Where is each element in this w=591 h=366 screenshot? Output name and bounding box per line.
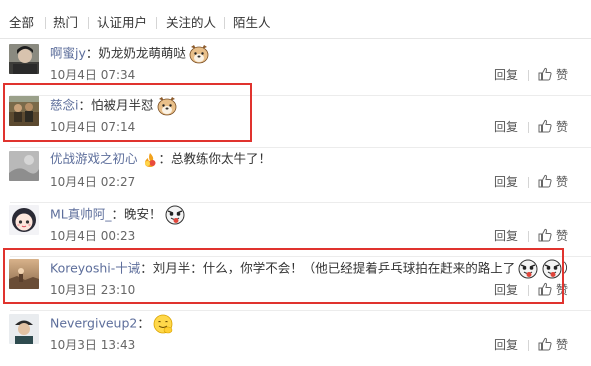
username[interactable]: 慈念i — [50, 98, 78, 113]
colon: ： — [85, 45, 99, 61]
comment-time: 10月4日 07:14 — [50, 120, 136, 134]
tongue-face-emoji-icon — [517, 259, 539, 279]
comment-text: 总教练你太牛了！ — [171, 151, 272, 166]
action-divider — [528, 70, 529, 81]
doge-emoji-icon — [156, 96, 178, 116]
thumbs-up-icon — [538, 174, 552, 188]
username[interactable]: Nevergiveup2 — [50, 316, 137, 331]
tab-following[interactable]: 关注的人 — [166, 15, 216, 31]
tab-divider — [224, 17, 225, 29]
thumbs-up-icon — [538, 337, 552, 351]
username[interactable]: 啊蜜jy — [50, 46, 86, 61]
doge-emoji-icon — [188, 44, 210, 64]
tabs-divider — [0, 38, 591, 39]
colon: ： — [111, 206, 125, 222]
action-divider — [528, 285, 529, 296]
comment-item: 啊蜜jy：奶龙奶龙萌萌哒 10月4日 07:34 回复 赞 — [0, 40, 591, 96]
thumbs-up-icon — [538, 67, 552, 81]
colon: ： — [158, 151, 172, 166]
like-label: 赞 — [556, 229, 569, 243]
comment-item: Koreyoshi-十诫：刘月半：什么，你学不会！（他已经提着乒乓球拍在赶来的路… — [0, 255, 591, 311]
like-label: 赞 — [556, 68, 569, 82]
reply-button[interactable]: 回复 — [494, 120, 518, 134]
tab-divider — [156, 17, 157, 29]
thumbs-up-icon — [538, 228, 552, 242]
tongue-face-emoji-icon — [541, 259, 563, 279]
fire-badge-emoji-icon — [142, 152, 158, 168]
avatar[interactable] — [9, 314, 39, 344]
colon: ： — [140, 260, 153, 276]
action-divider — [528, 122, 529, 133]
thumbs-up-icon — [538, 119, 552, 133]
like-label: 赞 — [556, 120, 569, 134]
like-label: 赞 — [556, 175, 569, 189]
username[interactable]: ML真帅阿_ — [50, 207, 112, 222]
like-label: 赞 — [556, 283, 569, 297]
reply-button[interactable]: 回复 — [494, 175, 518, 189]
avatar[interactable] — [9, 205, 39, 235]
reply-button[interactable]: 回复 — [494, 338, 518, 352]
comment-time: 10月4日 07:34 — [50, 68, 136, 82]
avatar[interactable] — [9, 44, 39, 74]
avatar[interactable] — [9, 151, 39, 181]
tab-hot[interactable]: 热门 — [53, 15, 78, 31]
comment-text: 怕被月半怼 — [91, 97, 154, 113]
comment-item: Nevergiveup2： 10月3日 13:43 回复 赞 — [0, 310, 591, 366]
username[interactable]: 优战游戏之初心 — [50, 151, 138, 166]
comment-time: 10月3日 13:43 — [50, 338, 136, 352]
action-divider — [528, 177, 529, 188]
tab-all[interactable]: 全部 — [9, 15, 34, 31]
comment-item: 优战游戏之初心 ：总教练你太牛了！ 10月4日 02:27 回复 赞 — [0, 147, 591, 203]
comment-item: 慈念i：怕被月半怼 10月4日 07:14 回复 赞 — [0, 92, 591, 148]
comment-time: 10月3日 23:10 — [50, 283, 136, 297]
reply-button[interactable]: 回复 — [494, 68, 518, 82]
username[interactable]: Koreyoshi-十诫 — [50, 261, 140, 276]
action-divider — [528, 231, 529, 242]
colon: ： — [137, 315, 150, 331]
comment-time: 10月4日 00:23 — [50, 229, 136, 243]
comment-text: 奶龙奶龙萌萌哒 — [98, 45, 186, 61]
comment-text: 晚安！ — [124, 206, 162, 222]
filter-tabs: 全部 热门 认证用户 关注的人 陌生人 — [0, 0, 591, 40]
reply-button[interactable]: 回复 — [494, 229, 518, 243]
comment-text: 刘月半：什么，你学不会！（他已经提着乒乓球拍在赶来的路上了 — [152, 260, 516, 276]
tongue-face-emoji-icon — [164, 205, 186, 225]
avatar[interactable] — [9, 96, 39, 126]
avatar[interactable] — [9, 259, 39, 289]
like-label: 赞 — [556, 338, 569, 352]
thumbs-up-icon — [538, 282, 552, 296]
comment-item: ML真帅阿_：晚安！ 10月4日 00:23 回复 赞 — [0, 201, 591, 257]
reply-button[interactable]: 回复 — [494, 283, 518, 297]
action-divider — [528, 340, 529, 351]
smile-hand-emoji-icon — [152, 314, 174, 334]
tab-divider — [88, 17, 89, 29]
tab-divider — [45, 17, 46, 29]
colon: ： — [78, 97, 91, 113]
comment-time: 10月4日 02:27 — [50, 175, 136, 189]
tab-strangers[interactable]: 陌生人 — [233, 15, 271, 31]
tab-verified-users[interactable]: 认证用户 — [97, 15, 147, 31]
comment-text-suffix: ） — [563, 260, 576, 276]
